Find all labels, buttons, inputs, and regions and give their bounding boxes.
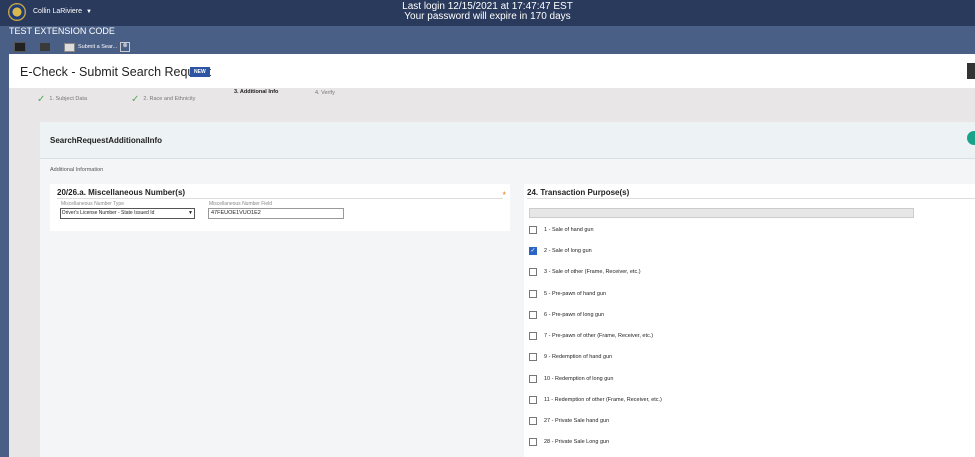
checkbox-checked[interactable]: ✓ (529, 247, 537, 255)
purpose-option[interactable]: 9 - Redemption of hand gun (529, 353, 612, 361)
divider (527, 198, 975, 199)
checkbox[interactable] (529, 268, 537, 276)
purpose-option-label: 28 - Private Sale Long gun (544, 439, 610, 445)
card-title: SearchRequestAdditionalInfo (50, 136, 163, 145)
card-body: Additional Information 20/26.a. Miscella… (40, 159, 975, 457)
misc-field-label: Miscellaneous Number Field (209, 201, 273, 207)
checkbox[interactable] (529, 396, 537, 404)
step-label: 1. Subject Data (49, 96, 87, 102)
wizard-steps: ✓ 1. Subject Data ✓ 2. Race and Ethnicity … (9, 88, 975, 113)
checkbox[interactable] (529, 226, 537, 234)
checkbox[interactable] (529, 311, 537, 319)
transaction-purpose-heading: 24. Transaction Purpose(s) (527, 188, 630, 197)
purpose-option-label: 10 - Redemption of long gun (544, 376, 614, 382)
open-tab-submit-search[interactable]: Submit a Sear... ⊗ (64, 42, 131, 52)
status-circle-icon[interactable] (967, 131, 975, 145)
checkbox[interactable] (529, 375, 537, 383)
page-title: E-Check - Submit Search Request (20, 65, 212, 79)
purpose-option[interactable]: 11 - Redemption of other (Frame, Receive… (529, 396, 662, 404)
chevron-down-icon: ▼ (188, 210, 193, 216)
misc-type-label: Miscellaneous Number Type (61, 201, 124, 207)
misc-numbers-panel: 20/26.a. Miscellaneous Number(s) * Misce… (50, 184, 510, 231)
tab-label: Submit a Sear... (78, 44, 118, 50)
purpose-option-label: 9 - Redemption of hand gun (544, 354, 613, 360)
required-mark: * (502, 190, 506, 200)
toolbar-icons: Submit a Sear... ⊗ (14, 41, 131, 53)
checkbox[interactable] (529, 417, 537, 425)
misc-number-type-value: Driver's License Number - State Issued I… (62, 210, 155, 216)
step-additional-info[interactable]: 3. Additional Info (234, 89, 278, 95)
purpose-option-label: 11 - Redemption of other (Frame, Receive… (544, 397, 662, 403)
checkbox[interactable] (529, 438, 537, 446)
checkbox[interactable] (529, 332, 537, 340)
top-bar: Collin LaRiviere ▼ Last login 12/15/2021 … (0, 0, 975, 26)
title-bar: E-Check - Submit Search Request NEW (9, 54, 975, 88)
purpose-option[interactable]: 6 - Pre-pawn of long gun (529, 311, 604, 319)
header-action-button[interactable] (967, 63, 975, 79)
checkbox[interactable] (529, 353, 537, 361)
purpose-option[interactable]: 7 - Pre-pawn of other (Frame, Receiver, … (529, 332, 653, 340)
close-tab-icon[interactable]: ⊗ (120, 42, 131, 52)
additional-info-card: SearchRequestAdditionalInfo Additional I… (40, 122, 975, 457)
new-badge: NEW (190, 67, 210, 77)
purpose-filter-bar[interactable] (529, 208, 914, 218)
transaction-purpose-panel: 24. Transaction Purpose(s) 1 - Sale of h… (524, 184, 975, 457)
purpose-option-label: 27 - Private Sale hand gun (544, 418, 610, 424)
misc-numbers-heading: 20/26.a. Miscellaneous Number(s) (57, 188, 186, 197)
password-expiry-text: Your password will expire in 170 days (404, 11, 571, 22)
purpose-option-label: 2 - Sale of long gun (544, 248, 592, 254)
divider (57, 198, 503, 199)
step-label: 4. Verify (315, 90, 335, 96)
main-panel: E-Check - Submit Search Request NEW ✓ 1. … (9, 54, 975, 457)
purpose-option[interactable]: 10 - Redemption of long gun (529, 375, 613, 383)
purpose-option-label: 7 - Pre-pawn of other (Frame, Receiver, … (544, 333, 654, 339)
content-area: SearchRequestAdditionalInfo Additional I… (9, 113, 975, 457)
tab-page-icon (64, 42, 75, 52)
purpose-option[interactable]: 3 - Sale of other (Frame, Receiver, etc.… (529, 268, 641, 276)
purpose-option[interactable]: ✓ 2 - Sale of long gun (529, 247, 592, 255)
step-verify[interactable]: 4. Verify (315, 90, 335, 96)
image-icon[interactable] (14, 42, 26, 52)
step-label: 2. Race and Ethnicity (143, 96, 196, 102)
login-info: Last login 12/15/2021 at 17:47:47 EST Yo… (0, 2, 975, 22)
step-race-ethnicity[interactable]: ✓ 2. Race and Ethnicity (131, 92, 196, 105)
checkmark-icon: ✓ (37, 94, 46, 105)
purpose-option-label: 3 - Sale of other (Frame, Receiver, etc.… (544, 269, 641, 275)
card-header: SearchRequestAdditionalInfo (40, 122, 975, 159)
mail-icon[interactable] (40, 43, 50, 51)
purpose-option[interactable]: 28 - Private Sale Long gun (529, 438, 609, 446)
purpose-option[interactable]: 27 - Private Sale hand gun (529, 417, 609, 425)
step-label: 3. Additional Info (234, 89, 279, 95)
misc-number-type-select[interactable]: Driver's License Number - State Issued I… (60, 208, 195, 219)
purpose-option[interactable]: 5 - Pre-pawn of hand gun (529, 290, 606, 298)
checkbox[interactable] (529, 290, 537, 298)
purpose-option[interactable]: 1 - Sale of hand gun (529, 226, 594, 234)
step-subject-data[interactable]: ✓ 1. Subject Data (37, 92, 87, 105)
checkmark-icon: ✓ (131, 94, 140, 105)
purpose-option-label: 1 - Sale of hand gun (544, 227, 594, 233)
section-label: Additional Information (50, 167, 104, 173)
extension-code-label: TEST EXTENSION CODE (9, 26, 115, 36)
misc-number-field-input[interactable]: 47FEUOE1VUO1E2 (208, 208, 344, 219)
purpose-option-label: 5 - Pre-pawn of hand gun (544, 291, 607, 297)
purpose-option-label: 6 - Pre-pawn of long gun (544, 312, 605, 318)
